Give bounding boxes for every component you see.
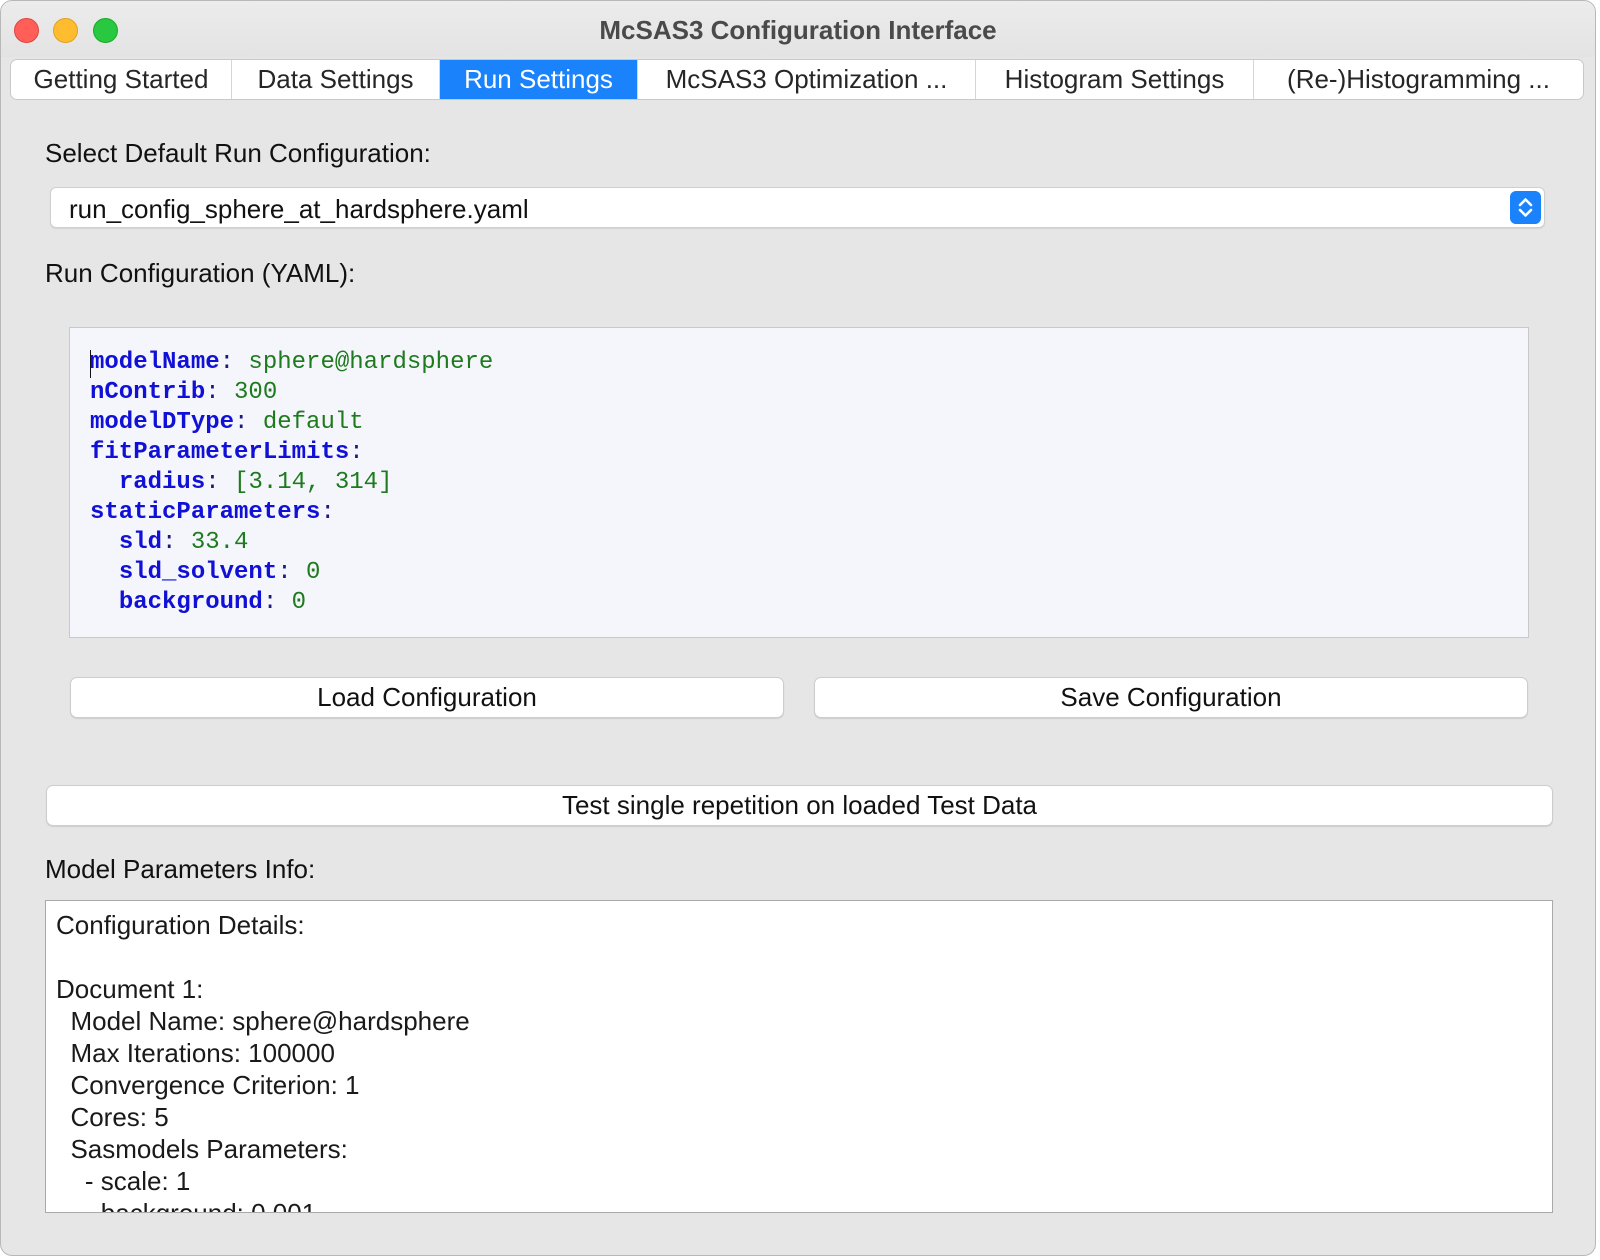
test-single-repetition-button[interactable]: Test single repetition on loaded Test Da…: [46, 785, 1553, 826]
tab-run-settings[interactable]: Run Settings: [440, 60, 638, 99]
chevron-up-down-icon[interactable]: [1510, 191, 1541, 224]
yaml-editor[interactable]: modelName: sphere@hardsphere nContrib: 30…: [69, 327, 1529, 638]
info-line: Max Iterations: 100000: [56, 1038, 335, 1068]
yaml-label: Run Configuration (YAML):: [45, 258, 356, 288]
app-window: McSAS3 Configuration Interface Getting S…: [0, 0, 1596, 1256]
tab-histogram-settings[interactable]: Histogram Settings: [976, 60, 1254, 99]
yaml-value: sphere@hardsphere: [234, 349, 494, 376]
model-parameters-info-panel[interactable]: Configuration Details: Document 1: Model …: [45, 900, 1553, 1213]
info-line: - scale: 1: [56, 1166, 191, 1196]
yaml-key: sld_solvent: [118, 559, 278, 586]
info-line: Convergence Criterion: 1: [56, 1070, 360, 1100]
tab-bar: Getting Started Data Settings Run Settin…: [10, 59, 1584, 100]
load-configuration-button[interactable]: Load Configuration: [70, 677, 784, 718]
yaml-key: modelDType: [90, 409, 235, 436]
save-configuration-button[interactable]: Save Configuration: [814, 677, 1528, 718]
yaml-key: nContrib: [90, 379, 206, 406]
tab-mcsas3-optimization[interactable]: McSAS3 Optimization ...: [638, 60, 976, 99]
yaml-line: nContrib: 300: [90, 379, 278, 406]
yaml-line: radius: [3.14, 314]: [118, 469, 393, 496]
yaml-value: 33.4: [176, 529, 249, 556]
yaml-key: modelName: [90, 349, 220, 376]
run-config-select-value: run_config_sphere_at_hardsphere.yaml: [69, 194, 529, 224]
info-line: Configuration Details:: [56, 910, 305, 940]
yaml-value: default: [248, 409, 364, 436]
yaml-line: modelName: sphere@hardsphere: [90, 349, 494, 376]
select-config-label: Select Default Run Configuration:: [45, 138, 431, 168]
yaml-key: background: [118, 589, 263, 616]
yaml-line: modelDType: default: [90, 409, 364, 436]
window-title: McSAS3 Configuration Interface: [599, 15, 997, 45]
yaml-value: 300: [219, 379, 278, 406]
info-line: Document 1:: [56, 974, 204, 1004]
tab-data-settings[interactable]: Data Settings: [232, 60, 440, 99]
info-line: Cores: 5: [56, 1102, 169, 1132]
yaml-line: staticParameters:: [90, 499, 335, 526]
model-parameters-info-label: Model Parameters Info:: [45, 854, 316, 884]
info-line: Sasmodels Parameters:: [56, 1134, 348, 1164]
yaml-value: 0: [277, 589, 307, 616]
title-bar: McSAS3 Configuration Interface: [1, 1, 1595, 57]
yaml-value: 0: [291, 559, 321, 586]
yaml-value: [3.14, 314]: [219, 469, 393, 496]
run-config-select[interactable]: run_config_sphere_at_hardsphere.yaml: [50, 187, 1545, 228]
tab-rehistogramming[interactable]: (Re-)Histogramming ...: [1254, 60, 1583, 99]
info-line: - background: 0.001: [56, 1198, 317, 1213]
tab-getting-started[interactable]: Getting Started: [11, 60, 232, 99]
yaml-key: sld: [118, 529, 163, 556]
yaml-key: radius: [118, 469, 206, 496]
yaml-line: sld: 33.4: [118, 529, 249, 556]
info-line: Model Name: sphere@hardsphere: [56, 1006, 470, 1036]
yaml-key: staticParameters: [90, 499, 321, 526]
yaml-line: fitParameterLimits:: [90, 439, 364, 466]
yaml-key: fitParameterLimits: [90, 439, 350, 466]
yaml-line: background: 0: [118, 589, 307, 616]
yaml-line: sld_solvent: 0: [118, 559, 321, 586]
